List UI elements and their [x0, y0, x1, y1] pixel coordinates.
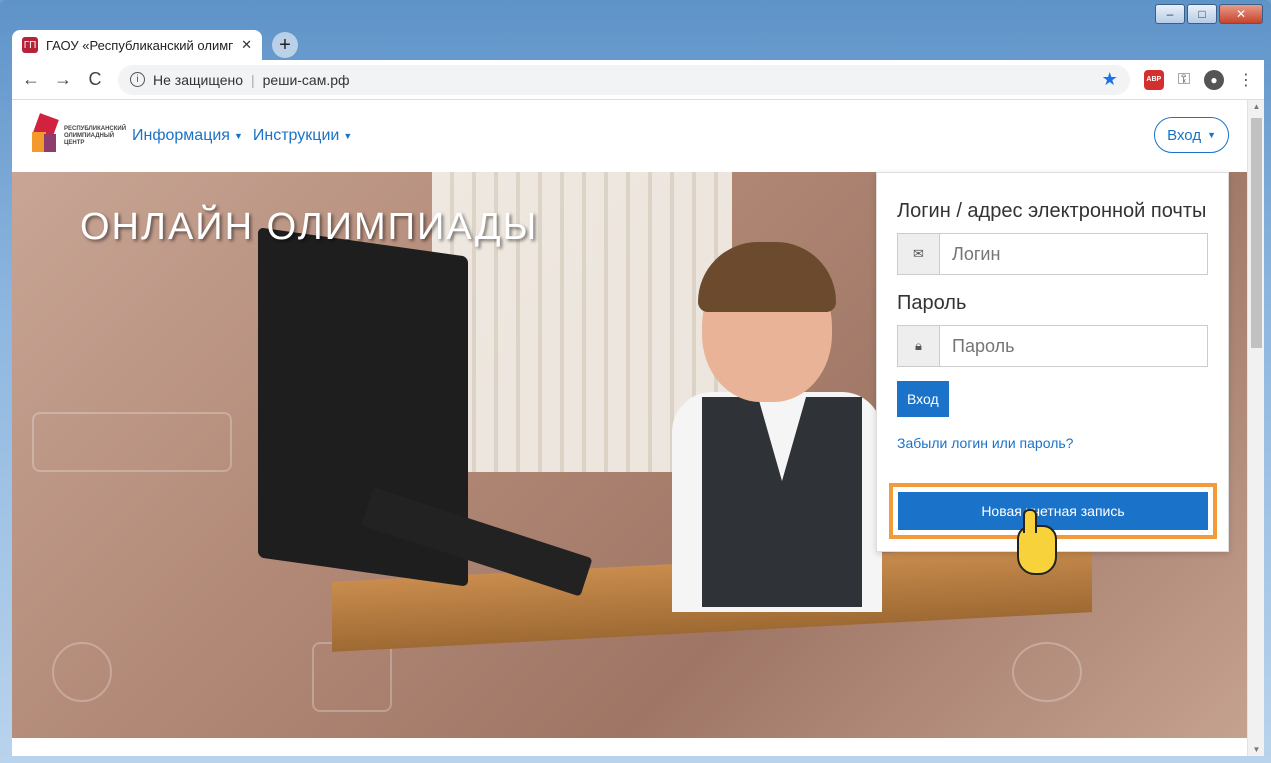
login-field-label: Логин / адрес электронной почты	[897, 200, 1207, 222]
adblock-icon[interactable]: ABP	[1143, 69, 1164, 90]
apple-doodle-icon	[1012, 642, 1082, 702]
security-label: Не защищено	[153, 71, 243, 88]
vertical-scrollbar[interactable]: ▲ ▼	[1247, 100, 1264, 756]
nav-item-information[interactable]: Информация ▼	[132, 127, 243, 145]
new-tab-button[interactable]: +	[272, 32, 298, 58]
forgot-password-link[interactable]: Забыли логин или пароль?	[897, 435, 1208, 451]
header-login-label: Вход	[1167, 126, 1202, 144]
key-icon[interactable]: ⚿	[1178, 71, 1190, 89]
new-account-button[interactable]: Новая учетная запись	[898, 492, 1208, 530]
nav-item-label: Информация	[132, 127, 230, 144]
reload-icon[interactable]: C	[86, 69, 104, 90]
forward-icon[interactable]: →	[54, 69, 72, 90]
scroll-up-icon[interactable]: ▲	[1248, 102, 1264, 111]
site-header: РЕСПУБЛИКАНСКИЙ ОЛИМПИАДНЫЙ ЦЕНТР Информ…	[12, 100, 1247, 172]
bus-doodle-icon	[32, 412, 232, 472]
password-input-group: 🔒︎	[897, 325, 1208, 367]
caret-down-icon: ▼	[343, 131, 353, 141]
site-logo[interactable]: РЕСПУБЛИКАНСКИЙ ОЛИМПИАДНЫЙ ЦЕНТР	[32, 113, 127, 156]
back-icon[interactable]: ←	[22, 69, 40, 90]
account-icon[interactable]: ●	[1204, 69, 1224, 90]
clock-doodle-icon	[52, 642, 112, 702]
browser-toolbar: ← → C i Не защищено | реши-сам.рф ★ ABP …	[12, 60, 1264, 100]
address-bar[interactable]: i Не защищено | реши-сам.рф ★	[118, 64, 1130, 95]
scrollbar-thumb[interactable]	[1251, 118, 1262, 348]
page-bottom	[12, 738, 1247, 756]
scroll-down-icon[interactable]: ▼	[1248, 745, 1264, 754]
favicon-icon: ГП	[22, 37, 38, 53]
window-controls: – □ ✕	[1155, 4, 1263, 24]
login-input-group: ✉	[897, 233, 1208, 275]
close-tab-icon[interactable]: ✕	[241, 37, 252, 53]
tab-strip: ГП ГАОУ «Республиканский олимп ✕ +	[12, 26, 298, 60]
caret-down-icon: ▼	[1207, 130, 1216, 140]
login-submit-button[interactable]: Вход	[897, 381, 949, 417]
browser-tab[interactable]: ГП ГАОУ «Республиканский олимп ✕	[12, 30, 262, 60]
lock-icon: 🔒︎	[898, 326, 940, 366]
logo-icon	[32, 113, 60, 156]
separator: |	[251, 71, 255, 88]
menu-kebab-icon[interactable]: ⋮	[1238, 70, 1254, 90]
minimize-button[interactable]: –	[1155, 4, 1185, 24]
nav-item-label: Инструкции	[252, 127, 340, 144]
password-field-label: Пароль	[897, 292, 967, 314]
page-viewport: РЕСПУБЛИКАНСКИЙ ОЛИМПИАДНЫЙ ЦЕНТР Информ…	[12, 100, 1264, 756]
password-input[interactable]	[940, 326, 1207, 366]
maximize-button[interactable]: □	[1187, 4, 1217, 24]
envelope-icon: ✉	[898, 234, 940, 274]
browser-window: – □ ✕ ГП ГАОУ «Республиканский олимп ✕ +…	[0, 0, 1271, 763]
calculator-doodle-icon	[312, 642, 392, 712]
header-login-button[interactable]: Вход ▼	[1154, 117, 1229, 153]
tab-title: ГАОУ «Республиканский олимп	[46, 37, 234, 53]
bookmark-star-icon[interactable]: ★	[1102, 69, 1118, 90]
nav-item-instructions[interactable]: Инструкции ▼	[253, 127, 352, 145]
caret-down-icon: ▼	[233, 131, 243, 141]
hero-title: ОНЛАЙН ОЛИМПИАДЫ	[80, 206, 539, 248]
close-window-button[interactable]: ✕	[1219, 4, 1263, 24]
info-icon[interactable]: i	[130, 72, 145, 87]
login-input[interactable]	[940, 234, 1207, 274]
pointing-hand-icon	[1017, 509, 1057, 575]
login-panel: Логин / адрес электронной почты ✉ Пароль…	[876, 172, 1229, 552]
url-text[interactable]: реши-сам.рф	[263, 72, 350, 88]
logo-text: РЕСПУБЛИКАНСКИЙ ОЛИМПИАДНЫЙ ЦЕНТР	[64, 125, 127, 146]
